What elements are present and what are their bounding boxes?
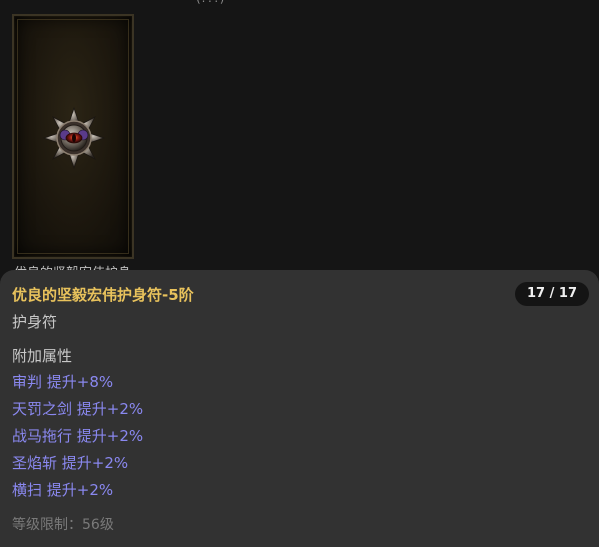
item-tooltip-panel: 优良的坚毅宏伟护身符-5阶 17 / 17 护身符 附加属性 审判 提升+8% …	[0, 270, 599, 547]
clipped-header-text: (???)	[196, 0, 224, 5]
attribute-list: 审判 提升+8% 天罚之剑 提升+2% 战马拖行 提升+2% 圣焰斩 提升+2%…	[12, 371, 143, 506]
attribute-item: 圣焰斩 提升+2%	[12, 454, 129, 472]
attribute-item: 天罚之剑 提升+2%	[12, 400, 144, 418]
attribute-item: 战马拖行 提升+2%	[12, 427, 144, 445]
item-type: 护身符	[12, 313, 58, 331]
item-detail-page: (???)	[0, 0, 599, 547]
item-image-frame[interactable]	[12, 14, 134, 259]
item-counter-badge: 17 / 17	[515, 282, 589, 306]
attribute-item: 审判 提升+8%	[12, 373, 114, 391]
level-requirement: 等级限制：56级	[12, 517, 114, 533]
item-name: 优良的坚毅宏伟护身符-5阶	[12, 286, 194, 304]
attribute-item: 横扫 提升+2%	[12, 481, 114, 499]
amulet-icon	[42, 106, 106, 170]
attributes-heading: 附加属性	[12, 347, 73, 365]
